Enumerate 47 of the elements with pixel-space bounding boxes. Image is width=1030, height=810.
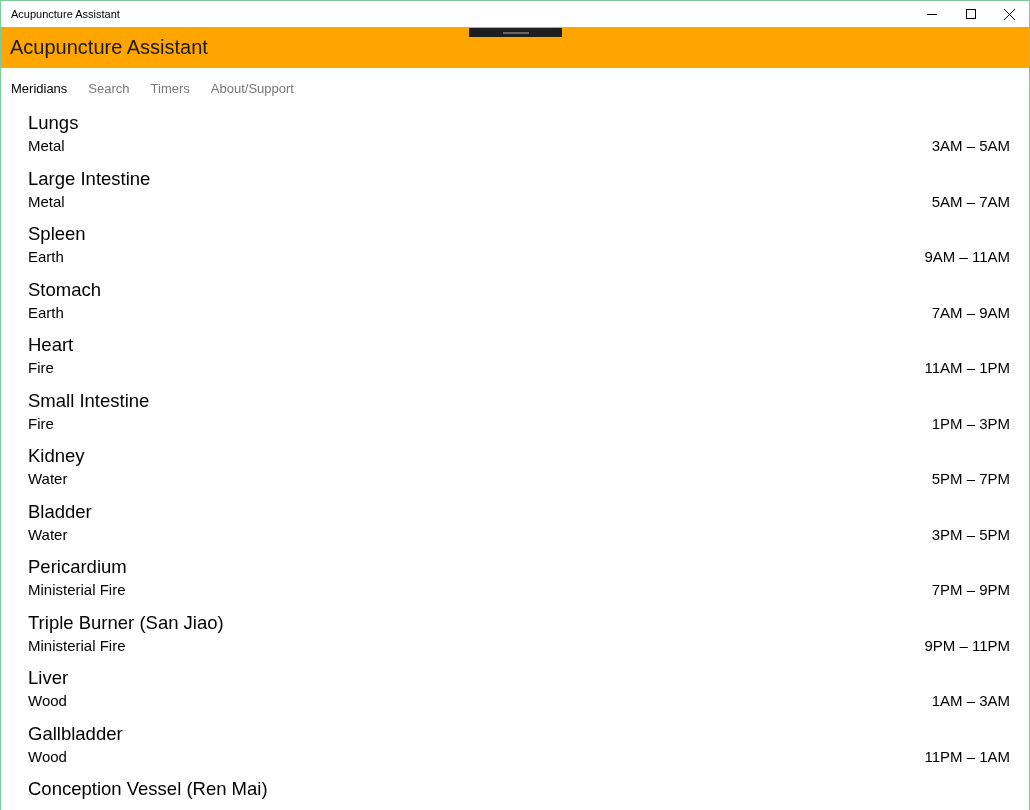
element-label: Wood xyxy=(28,691,67,711)
time-range: 9AM – 11AM xyxy=(924,247,1010,267)
time-range: 11AM – 1PM xyxy=(924,358,1010,378)
element-label: Metal xyxy=(28,136,65,156)
time-range: 5PM – 7PM xyxy=(931,469,1010,489)
close-icon xyxy=(1004,8,1015,20)
element-label: Fire xyxy=(28,358,54,378)
time-range: 11PM – 1AM xyxy=(924,746,1010,767)
meridian-name: Kidney xyxy=(28,444,85,468)
drag-handle[interactable] xyxy=(469,28,562,37)
minimize-icon xyxy=(926,13,937,15)
nav-tab[interactable]: Search xyxy=(88,81,130,96)
element-label: Earth xyxy=(28,302,64,323)
meridian-name: Spleen xyxy=(28,222,86,246)
element-label: Fire xyxy=(28,413,54,434)
time-range: 7AM – 9AM xyxy=(931,302,1010,323)
element-label: Wood xyxy=(28,746,67,767)
meridian-name: Triple Burner (San Jiao) xyxy=(28,610,224,635)
meridian-name: Small Intestine xyxy=(28,388,150,413)
time-range: 9PM – 11PM xyxy=(924,635,1010,656)
time-range: 1PM – 3PM xyxy=(931,413,1010,434)
time-range: 3PM – 5PM xyxy=(931,524,1010,545)
meridian-name: Lungs xyxy=(28,111,79,135)
meridian-name: Stomach xyxy=(28,277,101,302)
meridian-name: Liver xyxy=(28,666,69,690)
nav-tab[interactable]: Timers xyxy=(150,81,190,96)
element-label: Water xyxy=(28,469,68,489)
app-title: Acupuncture Assistant xyxy=(9,36,208,59)
element-label: Ministerial Fire xyxy=(28,580,126,600)
element-label: Metal xyxy=(28,191,65,212)
time-range: 3AM – 5AM xyxy=(931,136,1010,156)
element-label: Earth xyxy=(28,247,64,267)
time-range: 1AM – 3AM xyxy=(931,691,1010,711)
meridian-name: Conception Vessel (Ren Mai) xyxy=(28,777,268,801)
meridian-name: Large Intestine xyxy=(28,166,151,191)
element-label: Ministerial Fire xyxy=(28,635,126,656)
time-range: 7PM – 9PM xyxy=(931,580,1010,600)
meridian-name: Pericardium xyxy=(28,555,127,579)
meridian-name: Heart xyxy=(28,333,74,357)
time-range: 5AM – 7AM xyxy=(931,191,1010,212)
element-label: Water xyxy=(28,524,68,545)
maximize-icon xyxy=(965,9,976,19)
nav-tab[interactable]: About/Support xyxy=(210,81,294,96)
window-title: Acupuncture Assistant xyxy=(10,8,121,20)
nav-tab[interactable]: Meridians xyxy=(11,81,68,96)
meridian-name: Bladder xyxy=(28,499,92,524)
meridian-name: Gallbladder xyxy=(28,721,123,746)
